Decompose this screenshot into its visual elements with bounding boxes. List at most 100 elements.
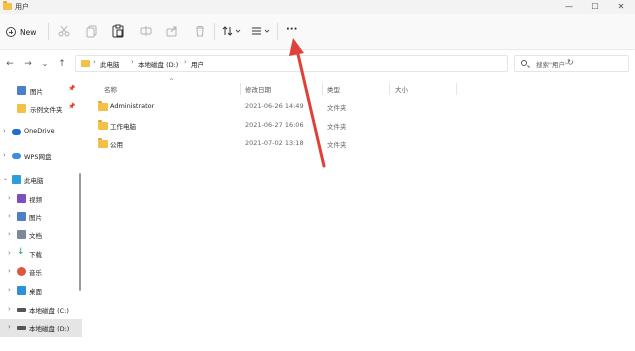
- view-icon[interactable]: [250, 24, 272, 38]
- navigation-pane: 图片 📌 示例文件夹 📌 › OneDrive › WPS网盘 ⌄ 此电脑 › …: [0, 78, 82, 351]
- chevron-right-icon[interactable]: ›: [8, 323, 11, 331]
- sidebar-item-drive-c[interactable]: › 本地磁盘 (C:): [0, 301, 82, 319]
- file-row-work-computer[interactable]: 工作电脑 2021-06-27 16:06 文件夹: [92, 118, 472, 134]
- sidebar-item-label: 桌面: [29, 288, 42, 296]
- chevron-right-icon[interactable]: ›: [8, 212, 11, 220]
- column-header-name[interactable]: 名称: [104, 84, 117, 94]
- chevron-right-icon[interactable]: ›: [8, 230, 11, 238]
- sidebar-item-downloads[interactable]: › ↓ 下载: [0, 245, 82, 263]
- search-icon: [521, 60, 527, 66]
- file-date: 2021-06-26 14:49: [245, 102, 304, 110]
- file-date: 2021-06-27 16:06: [245, 121, 304, 129]
- copy-icon[interactable]: [85, 24, 99, 38]
- file-name: Administrator: [110, 102, 155, 110]
- file-row-administrator[interactable]: Administrator 2021-06-26 14:49 文件夹: [92, 99, 472, 115]
- delete-icon[interactable]: [193, 24, 207, 38]
- sidebar-item-videos[interactable]: › 视频: [0, 190, 82, 208]
- column-header-type[interactable]: 类型: [327, 84, 340, 94]
- command-bar: New ···: [0, 14, 635, 50]
- toolbar-divider: [48, 23, 49, 40]
- cut-icon[interactable]: [57, 24, 71, 38]
- onedrive-icon: [12, 129, 21, 135]
- sidebar-item-documents[interactable]: › 文档: [0, 226, 82, 244]
- chevron-right-icon[interactable]: ›: [8, 305, 11, 313]
- sort-ascending-icon: ^: [169, 78, 175, 85]
- column-header-size[interactable]: 大小: [395, 84, 408, 94]
- sidebar-item-label: 文档: [29, 232, 42, 240]
- chevron-right-icon[interactable]: ›: [8, 267, 11, 275]
- sidebar-item-desktop[interactable]: › 桌面: [0, 282, 82, 300]
- new-button[interactable]: New: [6, 25, 36, 39]
- drive-d-icon: [17, 326, 26, 330]
- breadcrumb-drive-d[interactable]: 本地磁盘 (D:): [138, 59, 178, 69]
- search-box[interactable]: 搜索"用户": [514, 55, 629, 72]
- window-title: 用户: [15, 3, 29, 11]
- sidebar-item-pictures[interactable]: › 图片: [0, 208, 82, 226]
- folder-icon: [98, 138, 108, 148]
- back-icon[interactable]: ←: [4, 58, 16, 70]
- sidebar-item-label: 本地磁盘 (C:): [29, 307, 69, 315]
- chevron-right-icon[interactable]: ›: [8, 249, 11, 257]
- sidebar-item-label: 视频: [29, 196, 42, 204]
- up-icon[interactable]: ↑: [56, 58, 68, 70]
- recent-locations-icon[interactable]: ⌄: [39, 58, 51, 70]
- paste-icon[interactable]: [111, 24, 125, 38]
- close-button[interactable]: ✕: [608, 0, 634, 14]
- file-row-public[interactable]: 公用 2021-07-02 13:18 文件夹: [92, 136, 472, 152]
- videos-icon: [17, 194, 26, 203]
- chevron-right-icon[interactable]: ›: [8, 286, 11, 294]
- sidebar-item-this-pc[interactable]: ⌄ 此电脑: [0, 171, 82, 189]
- plus-icon: [6, 27, 16, 37]
- pin-icon: 📌: [68, 85, 76, 92]
- more-options-button[interactable]: ···: [286, 25, 300, 36]
- sidebar-item-wps-cloud[interactable]: › WPS网盘: [0, 147, 82, 165]
- sidebar-item-onedrive[interactable]: › OneDrive: [0, 123, 82, 141]
- chevron-right-icon[interactable]: ›: [3, 127, 6, 135]
- sidebar-item-sample-folder[interactable]: 示例文件夹 📌: [0, 100, 82, 118]
- sidebar-item-drive-d[interactable]: › 本地磁盘 (D:): [0, 319, 82, 337]
- breadcrumb-separator: ›: [93, 58, 96, 66]
- sidebar-item-label: 本地磁盘 (D:): [29, 325, 70, 333]
- toolbar-divider: [277, 23, 278, 40]
- breadcrumb-separator: ›: [184, 58, 187, 66]
- folder-icon: [3, 1, 12, 10]
- maximize-button[interactable]: ☐: [582, 0, 608, 14]
- address-bar[interactable]: › 此电脑 › 本地磁盘 (D:) › 用户 ⌄ ↻: [75, 55, 574, 72]
- sidebar-item-music[interactable]: › 音乐: [0, 263, 82, 281]
- rename-icon[interactable]: [139, 24, 153, 38]
- documents-icon: [17, 230, 26, 239]
- drive-c-icon: [17, 308, 26, 312]
- column-divider[interactable]: [240, 83, 241, 95]
- music-icon: [17, 267, 26, 276]
- sidebar-item-label: WPS网盘: [24, 153, 52, 161]
- share-icon[interactable]: [165, 24, 179, 38]
- pin-icon: 📌: [68, 103, 76, 110]
- breadcrumb-this-pc[interactable]: 此电脑: [100, 59, 120, 69]
- pictures-icon: [17, 212, 26, 221]
- column-divider[interactable]: [389, 83, 390, 95]
- sidebar-item-label: OneDrive: [24, 127, 55, 135]
- column-divider[interactable]: [322, 83, 323, 95]
- sidebar-scrollbar[interactable]: [79, 173, 81, 291]
- column-header-date[interactable]: 修改日期: [245, 84, 271, 94]
- file-type: 文件夹: [327, 123, 347, 131]
- minimize-button[interactable]: —: [556, 0, 582, 14]
- new-button-label: New: [20, 27, 37, 37]
- forward-icon[interactable]: →: [22, 58, 34, 70]
- breadcrumb-users[interactable]: 用户: [191, 59, 204, 69]
- chevron-right-icon[interactable]: ›: [3, 151, 6, 159]
- this-pc-icon: [12, 175, 21, 184]
- sidebar-item-label: 示例文件夹: [30, 106, 63, 114]
- title-bar: 用户 — ☐ ✕: [0, 0, 635, 14]
- chevron-right-icon[interactable]: ›: [8, 194, 11, 202]
- pictures-icon: [17, 86, 26, 95]
- search-input[interactable]: 搜索"用户": [536, 59, 568, 69]
- chevron-down-icon[interactable]: ⌄: [3, 175, 8, 182]
- toolbar-divider: [214, 23, 215, 40]
- navigation-bar: ← → ⌄ ↑ › 此电脑 › 本地磁盘 (D:) › 用户 ⌄ ↻ 搜索"用户…: [0, 50, 635, 78]
- column-divider[interactable]: [456, 83, 457, 95]
- sort-icon[interactable]: [222, 24, 242, 38]
- desktop-icon: [17, 286, 26, 295]
- folder-icon: [81, 60, 90, 67]
- sidebar-item-pictures-pinned[interactable]: 图片 📌: [0, 82, 82, 100]
